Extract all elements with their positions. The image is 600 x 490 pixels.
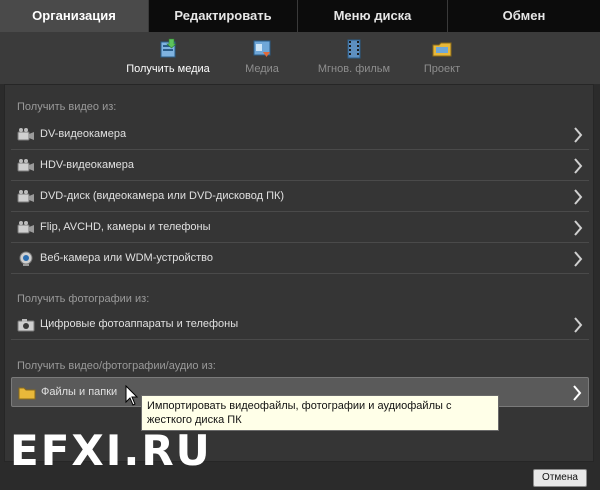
subtab-media-label: Медиа xyxy=(245,63,279,75)
camcorder-icon xyxy=(17,221,34,234)
source-row-dv-camcorder[interactable]: DV-видеокамера xyxy=(11,120,589,150)
subtab-instant-movie[interactable]: Мгнов. фильм xyxy=(308,38,400,75)
source-label: HDV-видеокамера xyxy=(40,159,135,171)
sub-toolbar: Получить медиа Медиа Мгнов. фильм Проект xyxy=(0,32,600,84)
chevron-right-icon xyxy=(574,317,583,333)
subtab-project[interactable]: Проект xyxy=(414,38,470,75)
chevron-right-icon xyxy=(574,251,583,267)
folder-icon xyxy=(18,387,36,400)
section-title-files: Получить видео/фотографии/аудио из: xyxy=(17,360,216,372)
camera-icon xyxy=(17,319,35,332)
source-row-hdv-camcorder[interactable]: HDV-видеокамера xyxy=(11,151,589,181)
tab-disc-menu[interactable]: Меню диска xyxy=(298,0,448,32)
chevron-right-icon xyxy=(574,220,583,236)
tab-edit[interactable]: Редактировать xyxy=(149,0,298,32)
subtab-project-label: Проект xyxy=(423,63,461,75)
section-title-video: Получить видео из: xyxy=(17,101,117,113)
camcorder-icon xyxy=(17,128,34,141)
camcorder-icon xyxy=(17,190,34,203)
source-label: DVD-диск (видеокамера или DVD-дисковод П… xyxy=(40,190,285,202)
instant-movie-icon xyxy=(347,39,361,59)
camcorder-icon xyxy=(17,159,34,172)
chevron-right-icon xyxy=(574,127,583,143)
subtab-get-media[interactable]: Получить медиа xyxy=(120,38,216,75)
chevron-right-icon xyxy=(573,385,582,401)
subtab-media[interactable]: Медиа xyxy=(236,38,288,75)
source-label: Цифровые фотоаппараты и телефоны xyxy=(40,318,239,330)
media-icon xyxy=(253,40,271,57)
cancel-button[interactable]: Отмена xyxy=(533,469,587,487)
section-title-photos: Получить фотографии из: xyxy=(17,293,150,305)
tab-organize[interactable]: Организация xyxy=(0,0,149,32)
source-row-digital-cameras[interactable]: Цифровые фотоаппараты и телефоны xyxy=(11,310,589,340)
source-row-dvd[interactable]: DVD-диск (видеокамера или DVD-дисковод П… xyxy=(11,182,589,212)
source-label: Flip, AVCHD, камеры и телефоны xyxy=(40,221,211,233)
subtab-instant-movie-label: Мгнов. фильм xyxy=(317,63,391,75)
mouse-cursor-icon xyxy=(125,385,139,406)
source-row-webcam[interactable]: Веб-камера или WDM-устройство xyxy=(11,244,589,274)
tab-share[interactable]: Обмен xyxy=(448,0,600,32)
chevron-right-icon xyxy=(574,158,583,174)
project-icon xyxy=(432,42,452,57)
main-tab-bar: Организация Редактировать Меню диска Обм… xyxy=(0,0,600,32)
source-label: Файлы и папки xyxy=(41,386,118,398)
source-row-flip-avchd[interactable]: Flip, AVCHD, камеры и телефоны xyxy=(11,213,589,243)
watermark: EFXI.RU xyxy=(10,426,212,475)
subtab-get-media-label: Получить медиа xyxy=(126,63,210,75)
get-media-icon xyxy=(160,38,177,58)
source-label: Веб-камера или WDM-устройство xyxy=(40,252,214,264)
source-label: DV-видеокамера xyxy=(40,128,127,140)
webcam-icon xyxy=(19,251,33,266)
chevron-right-icon xyxy=(574,189,583,205)
